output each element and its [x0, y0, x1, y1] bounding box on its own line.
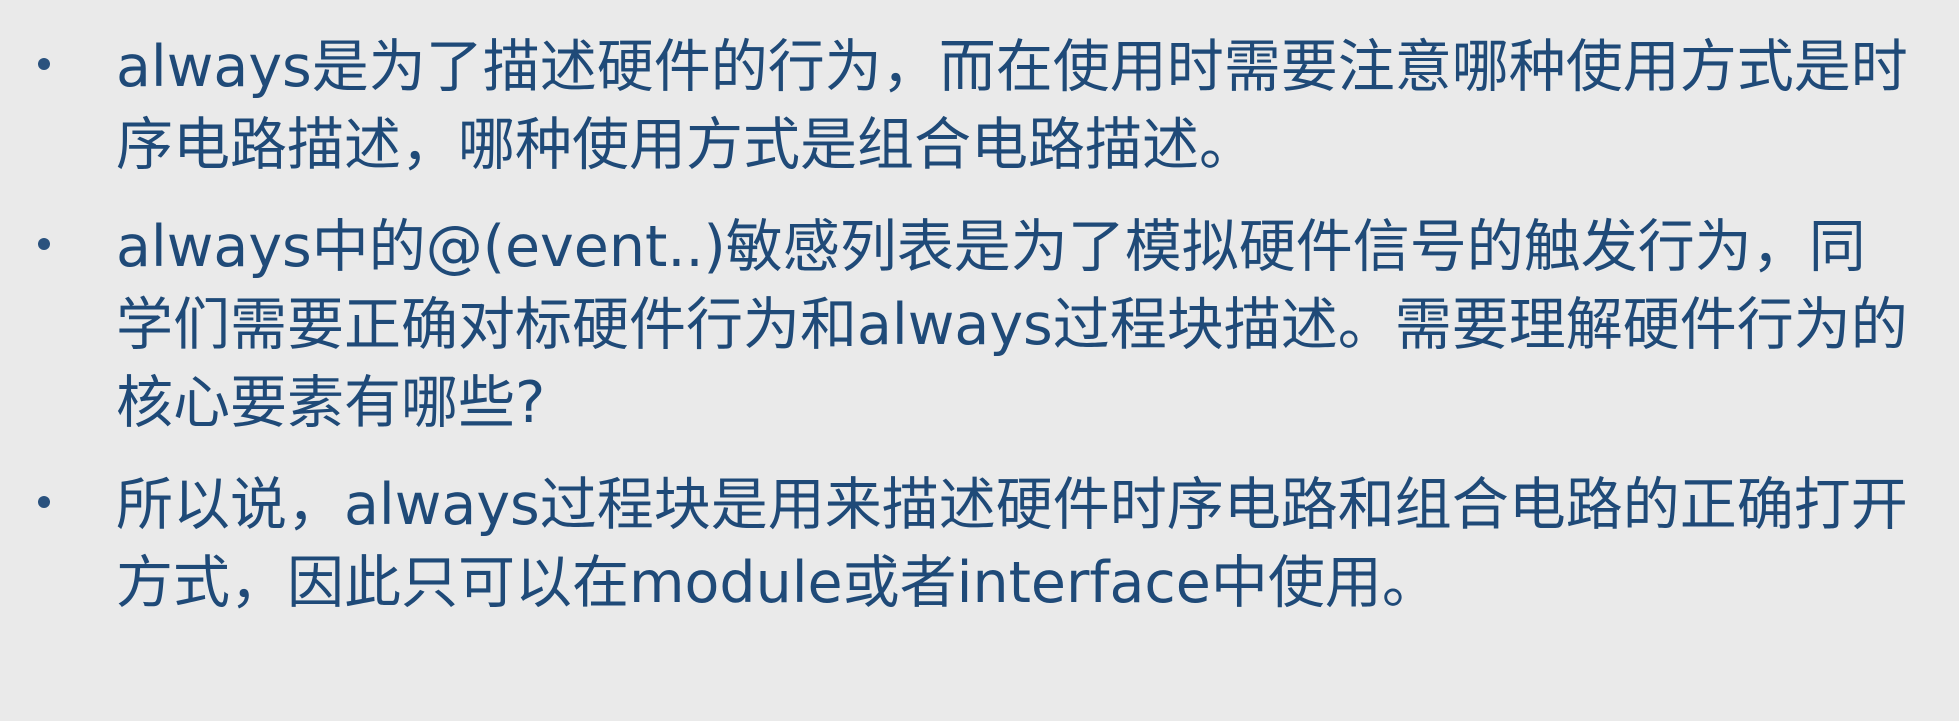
bullet-item: always是为了描述硬件的行为，而在使用时需要注意哪种使用方式是时序电路描述，…: [30, 28, 1919, 184]
slide: always是为了描述硬件的行为，而在使用时需要注意哪种使用方式是时序电路描述，…: [0, 0, 1959, 721]
bullet-item: 所以说，always过程块是用来描述硬件时序电路和组合电路的正确打开方式，因此只…: [30, 466, 1919, 622]
bullet-text: always中的@(event..)敏感列表是为了模拟硬件信号的触发行为，同学们…: [116, 214, 1908, 436]
bullet-text: always是为了描述硬件的行为，而在使用时需要注意哪种使用方式是时序电路描述，…: [116, 34, 1908, 178]
bullet-item: always中的@(event..)敏感列表是为了模拟硬件信号的触发行为，同学们…: [30, 208, 1919, 442]
bullet-icon: [38, 238, 50, 250]
bullet-list: always是为了描述硬件的行为，而在使用时需要注意哪种使用方式是时序电路描述，…: [30, 28, 1919, 622]
bullet-icon: [38, 496, 50, 508]
bullet-text: 所以说，always过程块是用来描述硬件时序电路和组合电路的正确打开方式，因此只…: [116, 472, 1908, 616]
bullet-icon: [38, 58, 50, 70]
